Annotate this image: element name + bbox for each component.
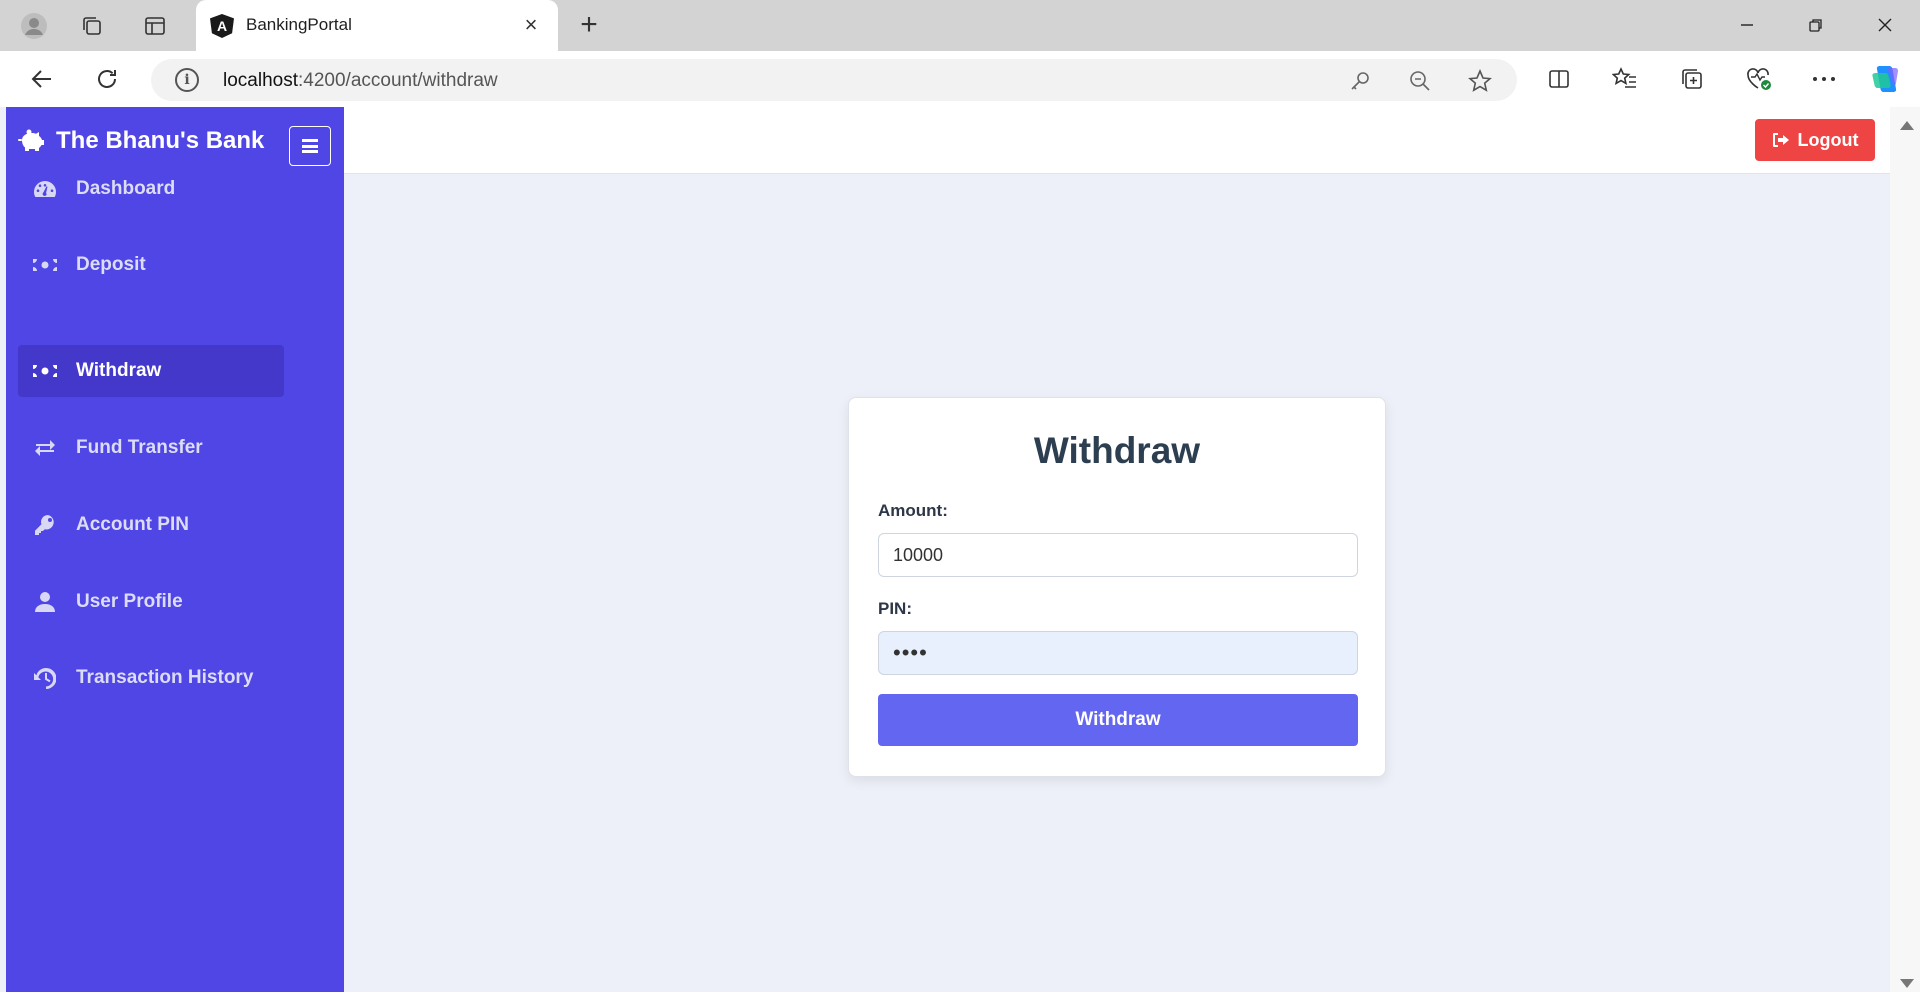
- scroll-up-arrow-icon[interactable]: [1900, 121, 1914, 130]
- collections-icon[interactable]: [1676, 63, 1708, 95]
- restore-icon[interactable]: [1801, 10, 1831, 40]
- sidebar-item-user-profile[interactable]: User Profile: [18, 576, 284, 628]
- scroll-down-arrow-icon[interactable]: [1900, 979, 1914, 988]
- sidebar-item-label: User Profile: [76, 591, 183, 612]
- close-tab-icon[interactable]: ×: [518, 12, 544, 38]
- pin-input[interactable]: ••••: [878, 631, 1358, 675]
- refresh-icon[interactable]: [91, 63, 123, 95]
- browser-tab[interactable]: A BankingPortal ×: [196, 0, 558, 51]
- menu-toggle-button[interactable]: [289, 126, 331, 166]
- sidebar-item-account-pin[interactable]: Account PIN: [18, 499, 284, 551]
- url-text[interactable]: localhost:4200/account/withdraw: [223, 70, 498, 92]
- dashboard-icon: [32, 177, 58, 201]
- sidebar-item-withdraw[interactable]: Withdraw: [18, 345, 284, 397]
- money-icon: [32, 359, 58, 383]
- money-icon: [32, 253, 58, 277]
- brand[interactable]: The Bhanu's Bank: [18, 127, 264, 155]
- split-screen-icon[interactable]: [1543, 63, 1575, 95]
- transfer-icon: [32, 436, 58, 460]
- angular-icon: A: [210, 14, 234, 38]
- user-icon: [32, 590, 58, 614]
- history-icon: [32, 666, 58, 690]
- logout-label: Logout: [1797, 129, 1859, 150]
- favorites-icon[interactable]: [1609, 63, 1641, 95]
- sidebar-item-fund-transfer[interactable]: Fund Transfer: [18, 422, 284, 474]
- key-icon: [32, 513, 58, 537]
- hamburger-icon: [302, 139, 318, 153]
- workspaces-icon[interactable]: [78, 12, 106, 40]
- browser-essentials-icon[interactable]: [1743, 63, 1775, 95]
- more-options-icon[interactable]: [1808, 63, 1840, 95]
- back-icon[interactable]: [26, 63, 58, 95]
- sidebar-item-deposit[interactable]: Deposit: [18, 239, 284, 291]
- close-window-icon[interactable]: [1870, 10, 1900, 40]
- brand-name: The Bhanu's Bank: [56, 127, 265, 154]
- sidebar-item-label: Transaction History: [76, 667, 254, 688]
- key-icon[interactable]: [1347, 68, 1373, 94]
- browser-toolbar: i localhost:4200/account/withdraw: [0, 51, 1920, 107]
- page-title: Withdraw: [1033, 430, 1201, 471]
- sidebar-item-label: Account PIN: [76, 514, 189, 535]
- pin-label: PIN:: [878, 599, 912, 618]
- sidebar-item-label: Withdraw: [76, 360, 162, 381]
- profile-icon[interactable]: [20, 12, 48, 40]
- favorite-star-icon[interactable]: [1467, 68, 1493, 94]
- logout-button[interactable]: Logout: [1755, 119, 1875, 161]
- new-tab-icon[interactable]: +: [574, 8, 604, 41]
- sidebar: The Bhanu's Bank Dashboard Deposit Withd…: [6, 107, 344, 992]
- sidebar-item-transaction-history[interactable]: Transaction History: [18, 652, 284, 704]
- copilot-icon[interactable]: [1870, 63, 1902, 95]
- tab-actions-icon[interactable]: [141, 12, 169, 40]
- tab-title: BankingPortal: [246, 15, 352, 34]
- top-bar: Logout: [344, 107, 1890, 174]
- sidebar-item-label: Fund Transfer: [76, 437, 203, 458]
- withdraw-button[interactable]: Withdraw: [878, 694, 1358, 746]
- sidebar-item-dashboard[interactable]: Dashboard: [18, 163, 284, 215]
- amount-input[interactable]: 10000: [878, 533, 1358, 577]
- site-info-icon[interactable]: i: [175, 68, 199, 92]
- amount-label: Amount:: [878, 501, 948, 520]
- sidebar-item-label: Dashboard: [76, 178, 176, 199]
- logout-icon: [1772, 133, 1789, 147]
- withdraw-card: Withdraw Amount: 10000 PIN: •••• Withdra…: [848, 397, 1386, 777]
- piggy-bank-icon: [18, 129, 44, 151]
- browser-tab-strip: A BankingPortal × +: [0, 0, 1920, 51]
- minimize-icon[interactable]: [1732, 10, 1762, 40]
- app-area: The Bhanu's Bank Dashboard Deposit Withd…: [0, 107, 1920, 992]
- zoom-out-icon[interactable]: [1407, 68, 1433, 94]
- address-bar[interactable]: i localhost:4200/account/withdraw: [151, 59, 1517, 101]
- page-scrollbar[interactable]: [1890, 107, 1920, 992]
- sidebar-item-label: Deposit: [76, 254, 146, 275]
